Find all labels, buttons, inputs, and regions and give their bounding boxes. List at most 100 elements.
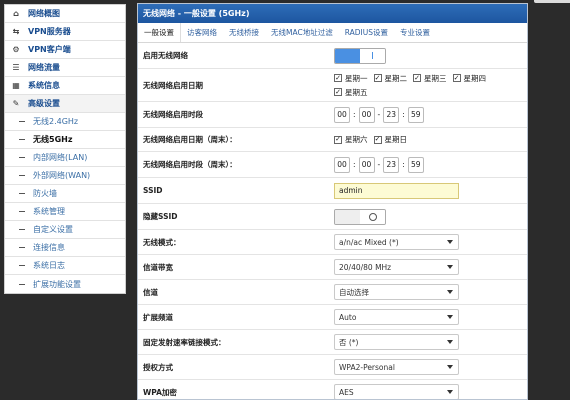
- end-minute-input[interactable]: 59: [407, 106, 424, 123]
- weekend-time-label: 无线网络启用时段（周末）：: [143, 160, 237, 169]
- dash-icon: [19, 211, 25, 212]
- sidebar-item-traffic[interactable]: ☰ 网络流量: [5, 59, 125, 77]
- sidebar-item-system-info[interactable]: ▦ 系统信息: [5, 77, 125, 95]
- checkbox-friday[interactable]: ✓ 星期五: [334, 87, 368, 98]
- sidebar-nav: ⌂ 网络概图 ⇆ VPN服务器 ⚙ VPN客户端 ☰ 网络流量 ▦ 系统信息 ✎…: [4, 4, 126, 294]
- row-fixed-rate: 固定发射速率链接模式： 否 (*): [138, 330, 527, 355]
- sidebar-subitem-custom[interactable]: 自定义设置: [5, 221, 125, 239]
- wireless-mode-select[interactable]: a/n/ac Mixed (*): [334, 234, 459, 250]
- top-right-window-edge: [534, 0, 570, 3]
- dash-icon: [19, 139, 25, 140]
- sidebar-subitem-wan[interactable]: 外部网络(WAN): [5, 167, 125, 185]
- channel-select[interactable]: 自动选择: [334, 284, 459, 300]
- checkbox-sunday[interactable]: ✓ 星期日: [373, 134, 407, 145]
- check-icon: ✓: [334, 73, 342, 82]
- sidebar-subitem-connections[interactable]: 连接信息: [5, 239, 125, 257]
- extension-channel-label: 扩展频道: [143, 312, 173, 322]
- toggle-on-icon: [372, 52, 373, 59]
- sidebar-subitem-syslog[interactable]: 系统日志: [5, 257, 125, 275]
- sidebar-item-vpn-server[interactable]: ⇆ VPN服务器: [5, 23, 125, 41]
- start-hour-input[interactable]: 00: [334, 106, 350, 123]
- enable-time-label: 无线网络启用时段: [143, 110, 203, 119]
- weekend-end-minute-input[interactable]: 59: [407, 156, 424, 173]
- checkbox-wednesday[interactable]: ✓ 星期三: [413, 73, 447, 84]
- enable-days-label: 无线网络启用日期: [143, 80, 203, 90]
- chevron-down-icon: [447, 340, 453, 344]
- wpa-encryption-label: WPA加密: [143, 387, 177, 397]
- end-hour-input[interactable]: 23: [383, 106, 400, 123]
- enable-wireless-label: 启用无线网络: [143, 51, 188, 60]
- row-wpa-encryption: WPA加密 AES: [138, 380, 527, 399]
- row-channel: 信道 自动选择: [138, 280, 527, 305]
- weekend-start-hour-input[interactable]: 00: [334, 156, 350, 173]
- checkbox-thursday[interactable]: ✓ 星期四: [452, 73, 486, 84]
- channel-label: 信道: [143, 287, 158, 297]
- ssid-input[interactable]: admin: [334, 182, 459, 199]
- tab-bar: 一般设置 访客网络 无线桥接 无线MAC地址过滤 RADIUS设置 专业设置: [138, 23, 527, 43]
- dash-icon: [19, 247, 25, 248]
- hide-ssid-label: 隐藏SSID: [143, 212, 178, 221]
- tab-mac-filter[interactable]: 无线MAC地址过滤: [265, 23, 339, 42]
- check-icon: ✓: [373, 73, 382, 82]
- tab-radius[interactable]: RADIUS设置: [339, 23, 394, 42]
- row-enable-wireless: 启用无线网络: [138, 43, 527, 69]
- extension-channel-select[interactable]: Auto: [334, 309, 459, 325]
- dash-icon: [19, 121, 25, 122]
- auth-method-select[interactable]: WPA2-Personal: [334, 359, 459, 375]
- sidebar-item-advanced[interactable]: ✎ 高级设置: [5, 95, 125, 113]
- hide-ssid-toggle[interactable]: [334, 208, 386, 225]
- dash-icon: [19, 229, 25, 230]
- weekend-start-minute-input[interactable]: 00: [358, 156, 375, 173]
- checkbox-tuesday[interactable]: ✓ 星期二: [373, 73, 407, 84]
- sidebar-subitem-admin[interactable]: 系统管理: [5, 203, 125, 221]
- channel-bandwidth-label: 信道带宽: [143, 262, 173, 272]
- start-minute-input[interactable]: 00: [358, 106, 375, 123]
- tab-guest-network[interactable]: 访客网络: [181, 23, 223, 42]
- fixed-rate-label: 固定发射速率链接模式：: [143, 337, 226, 347]
- dash-icon: [19, 193, 25, 194]
- chevron-down-icon: [447, 240, 453, 244]
- sidebar-item-vpn-client[interactable]: ⚙ VPN客户端: [5, 41, 125, 59]
- fixed-rate-select[interactable]: 否 (*): [334, 334, 459, 350]
- list-icon: ☰: [12, 63, 20, 72]
- check-icon: ✓: [413, 73, 421, 82]
- row-enable-time: 无线网络启用时段 00 : 00 - 23 : 59: [138, 102, 527, 128]
- wpa-encryption-select[interactable]: AES: [334, 384, 459, 399]
- sidebar-subitem-firewall[interactable]: 防火墙: [5, 185, 125, 203]
- row-extension-channel: 扩展频道 Auto: [138, 305, 527, 330]
- enable-wireless-toggle[interactable]: [334, 47, 386, 64]
- sidebar-subitem-extensions[interactable]: 扩展功能设置: [5, 275, 125, 293]
- sidebar-subitem-lan[interactable]: 内部网络(LAN): [5, 149, 125, 167]
- chevron-down-icon: [447, 390, 453, 394]
- row-enable-days: 无线网络启用日期 ✓ 星期一 ✓ 星期二 ✓ 星期三 ✓ 星期四 ✓ 星期五: [138, 69, 527, 102]
- tab-wireless-bridge[interactable]: 无线桥接: [223, 23, 265, 42]
- channel-bandwidth-select[interactable]: 20/40/80 MHz: [334, 259, 459, 275]
- chevron-down-icon: [447, 365, 453, 369]
- row-weekend-days: 无线网络启用日期（周末）： ✓ 星期六 ✓ 星期日: [138, 128, 527, 152]
- row-auth-method: 授权方式 WPA2-Personal: [138, 355, 527, 380]
- check-icon: ✓: [452, 73, 461, 82]
- check-icon: ✓: [334, 87, 342, 96]
- gear-icon: ⚙: [12, 45, 20, 54]
- checkbox-saturday[interactable]: ✓ 星期六: [334, 134, 368, 145]
- sidebar-item-network-map[interactable]: ⌂ 网络概图: [5, 5, 125, 23]
- wrench-icon: ✎: [12, 99, 20, 108]
- dash-icon: [19, 265, 25, 266]
- sidebar-subitem-wireless-5g[interactable]: 无线5GHz: [5, 131, 125, 149]
- row-weekend-time: 无线网络启用时段（周末）： 00 : 00 - 23 : 59: [138, 152, 527, 178]
- sidebar-subitem-wireless-2g[interactable]: 无线2.4GHz: [5, 113, 125, 131]
- row-wireless-mode: 无线模式： a/n/ac Mixed (*): [138, 230, 527, 255]
- chevron-down-icon: [447, 315, 453, 319]
- home-icon: ⌂: [13, 9, 19, 18]
- tab-general[interactable]: 一般设置: [138, 23, 181, 42]
- tab-professional[interactable]: 专业设置: [394, 23, 436, 42]
- checkbox-monday[interactable]: ✓ 星期一: [334, 73, 368, 84]
- dash-icon: [19, 283, 25, 285]
- dash-icon: [19, 157, 25, 158]
- dash-icon: [19, 175, 25, 176]
- ssid-label: SSID: [143, 186, 163, 195]
- check-icon: ✓: [373, 135, 382, 144]
- panel-title: 无线网络 - 一般设置 (5GHz): [138, 4, 527, 23]
- wireless-mode-label: 无线模式：: [143, 237, 181, 247]
- weekend-end-hour-input[interactable]: 23: [383, 156, 400, 173]
